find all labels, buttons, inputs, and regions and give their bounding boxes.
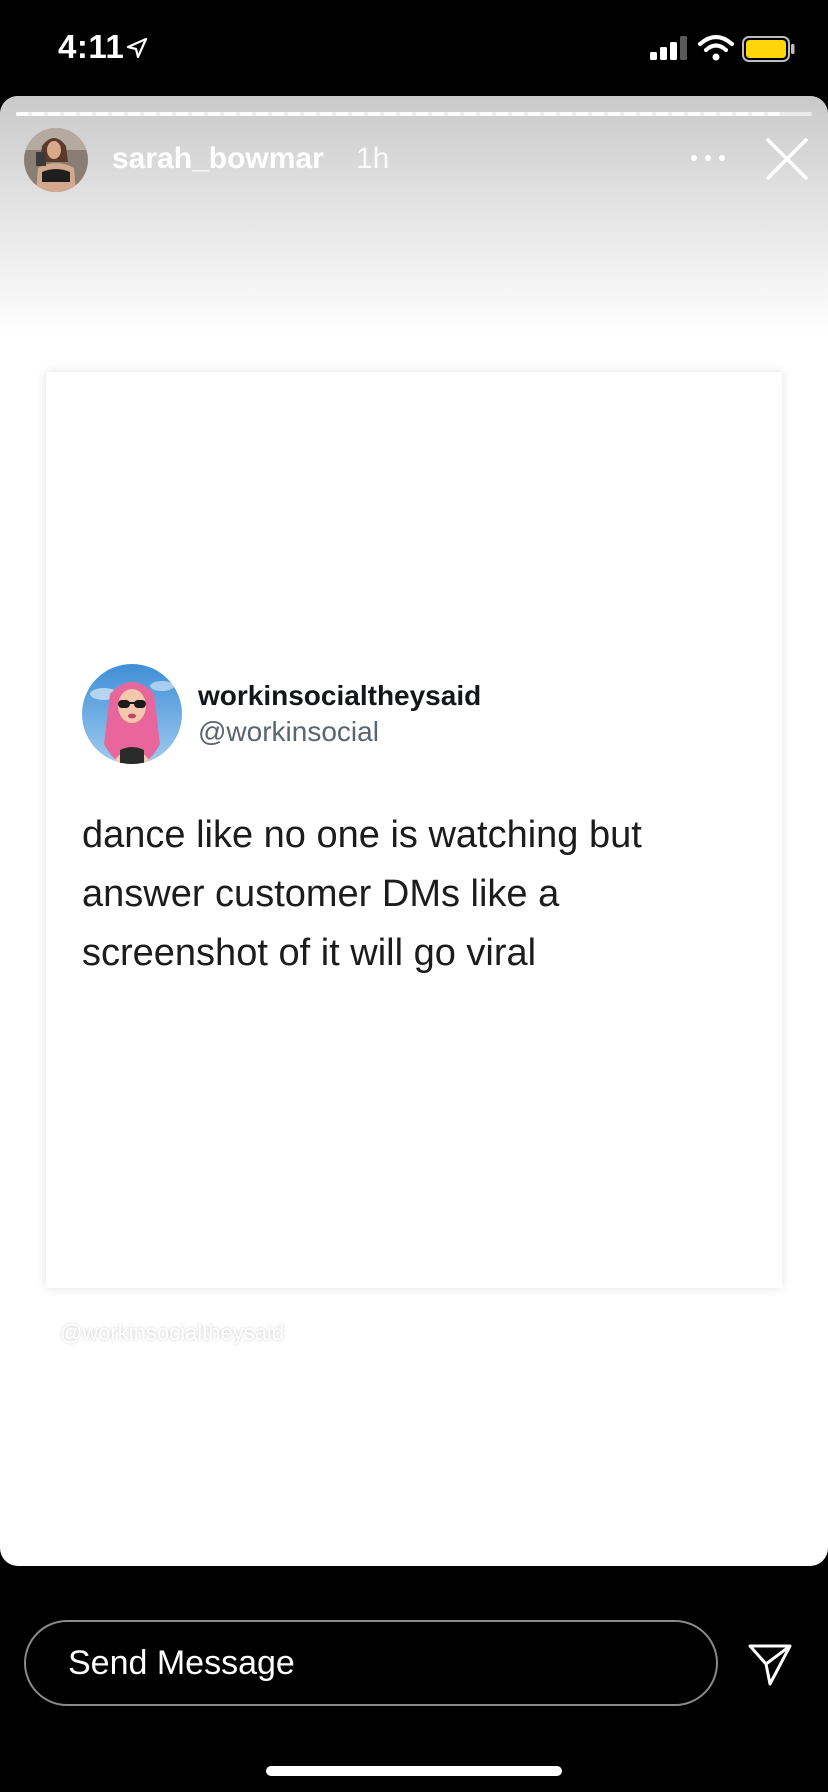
status-bar: 4:11 bbox=[0, 0, 828, 96]
home-indicator[interactable] bbox=[266, 1766, 562, 1776]
status-time: 4:11 bbox=[58, 28, 125, 65]
tweet-text: dance like no one is watching but answer… bbox=[82, 814, 642, 974]
story-viewer-screen: 4:11 sarah_bowmar 1h workinsocialtheysai… bbox=[0, 0, 828, 1792]
tweet-card: workinsocialtheysaid @workinsocial dance… bbox=[46, 372, 782, 1288]
user-avatar[interactable] bbox=[24, 128, 88, 192]
tweet-handle: @workinsocial bbox=[198, 716, 379, 747]
battery-icon bbox=[742, 36, 795, 62]
story-progress-bar bbox=[16, 112, 812, 116]
wifi-icon bbox=[698, 35, 734, 61]
tweet-avatar-image bbox=[82, 664, 182, 764]
location-arrow-icon bbox=[126, 37, 148, 59]
watermark: @workinsocialtheysaid bbox=[60, 1320, 285, 1345]
tweet-avatar bbox=[82, 664, 182, 764]
more-icon[interactable] bbox=[688, 150, 728, 166]
story-header: sarah_bowmar 1h bbox=[0, 128, 828, 196]
send-message-input[interactable]: Send Message bbox=[24, 1620, 718, 1706]
story-time-ago: 1h bbox=[356, 142, 390, 175]
tweet-display-name: workinsocialtheysaid bbox=[198, 680, 482, 711]
story-card[interactable]: sarah_bowmar 1h workinsocialtheysaid @wo… bbox=[0, 96, 828, 1566]
send-icon[interactable] bbox=[746, 1640, 794, 1688]
story-progress-fill bbox=[16, 112, 781, 116]
close-icon[interactable] bbox=[764, 136, 810, 182]
cellular-signal-icon bbox=[650, 36, 687, 60]
story-username[interactable]: sarah_bowmar bbox=[112, 142, 324, 176]
send-message-placeholder: Send Message bbox=[68, 1644, 295, 1682]
user-avatar-image bbox=[24, 128, 88, 192]
